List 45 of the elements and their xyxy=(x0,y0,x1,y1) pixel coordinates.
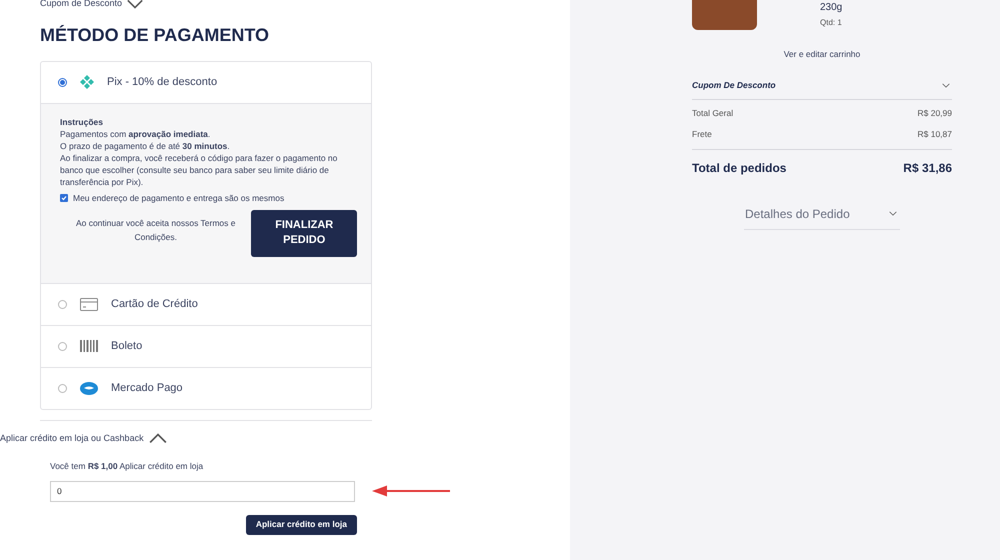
payment-option[interactable]: Mercado Pago xyxy=(41,368,371,408)
finalize-order-button[interactable]: FINALIZAR PEDIDO xyxy=(251,210,357,256)
credit-card-icon xyxy=(80,298,98,310)
order-details-dropdown[interactable]: Detalhes do Pedido xyxy=(744,204,900,230)
radio-button[interactable] xyxy=(58,342,67,350)
payment-option-label: Mercado Pago xyxy=(111,380,183,396)
payment-option-label: Boleto xyxy=(111,338,142,354)
payment-option-label: Cartão de Crédito xyxy=(111,296,198,312)
product-quantity: Qtd: 1 xyxy=(820,17,842,29)
summary-value: R$ 10,87 xyxy=(918,128,952,140)
chevron-icon xyxy=(942,82,950,88)
terms-text: Ao continuar você aceita nossos Termos e Condições. xyxy=(74,216,236,244)
order-total-label: Total de pedidos xyxy=(692,160,786,176)
checkbox[interactable] xyxy=(60,194,68,202)
coupon-row[interactable]: Cupom De Desconto xyxy=(692,78,952,100)
summary-value: R$ 20,99 xyxy=(918,106,952,120)
payment-option[interactable]: Cartão de Crédito xyxy=(41,284,371,324)
barcode-icon xyxy=(80,340,98,352)
product-photo-placeholder xyxy=(692,0,757,30)
summary-label: Frete xyxy=(692,128,712,140)
arrow-icon xyxy=(372,485,450,498)
instructions-text: Ao finalizar a compra, você receberá o código para fazer o pagamento no banco que escolher (consulte seu banco para saber seu limite diário de transferência por Pix). xyxy=(60,152,338,188)
summary-label: Total Geral xyxy=(692,106,734,120)
instructions-text: O prazo de pagamento é de até 30 minutos. xyxy=(60,140,231,152)
order-total-value: R$ 31,86 xyxy=(903,160,952,176)
payment-option[interactable]: Boleto xyxy=(41,326,371,366)
instructions-title: Instruções xyxy=(60,116,104,128)
chevron-icon xyxy=(148,432,168,444)
diamond-icon xyxy=(80,75,94,89)
credit-amount-field[interactable]: 0 xyxy=(50,480,355,502)
radio-button[interactable] xyxy=(58,300,67,308)
checkbox-label: Meu endereço de pagamento e entrega são os mesmos xyxy=(73,192,284,204)
radio-button[interactable] xyxy=(58,78,67,86)
payment-option-label: Pix - 10% de desconto xyxy=(107,74,218,90)
section-heading: MÉTODO DE PAGAMENTO xyxy=(40,24,270,46)
chevron-icon xyxy=(889,211,897,216)
apply-credit-button[interactable]: Aplicar crédito em loja xyxy=(246,514,357,535)
chevron-icon xyxy=(126,0,144,9)
edit-cart-link[interactable]: Ver e editar carrinho xyxy=(784,48,860,61)
store-credit-text: Você tem R$ 1,00 Aplicar crédito em loja xyxy=(50,460,204,473)
radio-button[interactable] xyxy=(58,384,67,392)
payment-option[interactable]: Pix - 10% de desconto xyxy=(41,62,371,102)
instructions-text: Pagamentos com aprovação imediata. xyxy=(60,128,212,140)
product-weight: 230g xyxy=(820,1,842,14)
cashback-toggle[interactable]: Aplicar crédito em loja ou Cashback xyxy=(0,432,168,445)
